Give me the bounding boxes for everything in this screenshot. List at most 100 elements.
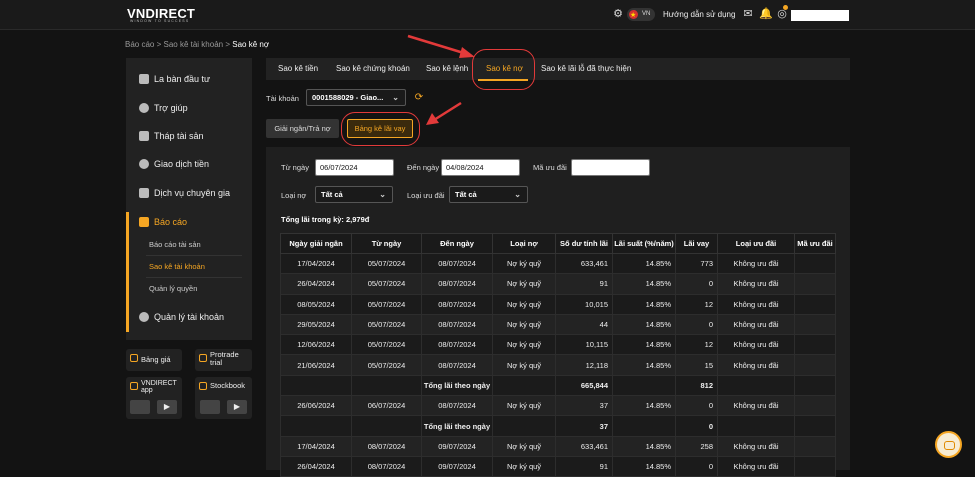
- table-cell: Không ưu đãi: [717, 334, 795, 356]
- table-cell: 665,844: [555, 374, 613, 397]
- table-cell: 26/04/2024: [280, 273, 352, 295]
- table-cell: 14.85%: [612, 313, 676, 336]
- table-cell: [351, 415, 422, 437]
- table-cell: Không ưu đãi: [717, 354, 795, 376]
- promo-type-select[interactable]: Tất cả ⌄: [449, 186, 528, 203]
- table-cell: 14.85%: [612, 455, 676, 477]
- tab-sao-ke-tien[interactable]: Sao kê tiền: [278, 58, 318, 80]
- table-row: 26/04/2024 08/07/2024 09/07/2024 Nợ ký quỹ 9…: [280, 455, 836, 477]
- annotation-circle: [472, 49, 535, 90]
- table-cell: [794, 415, 836, 437]
- table-cell: 12: [675, 334, 718, 356]
- table-cell: Không ưu đãi: [717, 252, 795, 275]
- chevron-down-icon: ⌄: [514, 190, 521, 199]
- breadcrumb: Báo cáo > Sao kê tài khoản > Sao kê nợ: [125, 40, 269, 49]
- table-cell: Không ưu đãi: [717, 395, 795, 417]
- user-name-box[interactable]: [791, 10, 849, 21]
- sidebar-item-thap-tai-san[interactable]: Tháp tài sản: [126, 126, 252, 146]
- breadcrumb-sao-ke-tai-khoan[interactable]: Sao kê tài khoản: [164, 40, 224, 49]
- table-cell: 0: [675, 313, 718, 336]
- table-cell: Nợ ký quỹ: [492, 435, 556, 457]
- table-cell: 0: [675, 395, 718, 417]
- table-cell: 258: [675, 435, 718, 457]
- table-cell: Tổng lãi theo ngày: [421, 374, 493, 397]
- sidebar-item-tro-giup[interactable]: Trợ giúp: [126, 98, 252, 118]
- table-cell: [717, 374, 795, 397]
- bell-icon[interactable]: 🔔: [759, 8, 773, 20]
- google-play-icon[interactable]: ▶: [227, 400, 247, 414]
- mail-icon[interactable]: ✉: [742, 8, 754, 20]
- protrade-icon: [199, 354, 207, 362]
- sidebar-sub-quan-ly-quyen[interactable]: Quản lý quyền: [149, 284, 197, 293]
- card-protrade[interactable]: Protrade trial: [195, 349, 252, 371]
- from-date-input[interactable]: 06/07/2024: [315, 159, 394, 176]
- table-cell: 08/07/2024: [421, 395, 493, 417]
- table-cell: Không ưu đãi: [717, 293, 795, 315]
- card-label: Stockbook: [210, 381, 246, 390]
- table-cell: 773: [675, 252, 718, 275]
- sidebar-item-la-ban-dau-tu[interactable]: La bàn đầu tư: [126, 69, 252, 89]
- promo-code-input[interactable]: [571, 159, 650, 176]
- apple-store-icon[interactable]: [200, 400, 220, 414]
- user-guide-link[interactable]: Hướng dẫn sử dụng: [663, 10, 735, 19]
- sidebar-item-bao-cao[interactable]: Báo cáo: [126, 212, 252, 232]
- table-cell: Không ưu đãi: [717, 273, 795, 295]
- sidebar-item-label: Trợ giúp: [154, 103, 188, 113]
- to-date-input[interactable]: 04/08/2024: [441, 159, 520, 176]
- column-header: Số dư tính lãi: [555, 233, 613, 254]
- google-play-icon[interactable]: ▶: [157, 400, 177, 414]
- table-cell: 0: [675, 415, 718, 437]
- breadcrumb-bao-cao[interactable]: Báo cáo: [125, 40, 154, 49]
- table-cell: 633,461: [555, 252, 613, 275]
- sidebar-sub-bao-cao-tai-san[interactable]: Báo cáo tài sản: [149, 240, 201, 249]
- table-cell: 14.85%: [612, 252, 676, 275]
- tab-sao-ke-chung-khoan[interactable]: Sao kê chứng khoán: [336, 58, 410, 80]
- apple-store-icon[interactable]: [130, 400, 150, 414]
- table-cell: 05/07/2024: [351, 252, 422, 275]
- table-cell: 0: [675, 455, 718, 477]
- table-cell: Nợ ký quỹ: [492, 395, 556, 417]
- subtab-giai-ngan-tra-no[interactable]: Giải ngân/Trả nợ: [266, 119, 339, 138]
- table-cell: 09/07/2024: [421, 435, 493, 457]
- chat-support-button[interactable]: [935, 431, 962, 458]
- debt-type-select[interactable]: Tất cả ⌄: [315, 186, 393, 203]
- table-cell: [612, 374, 676, 397]
- table-cell: 633,461: [555, 435, 613, 457]
- table-cell: 14.85%: [612, 395, 676, 417]
- sidebar-item-label: Báo cáo: [154, 217, 188, 227]
- breadcrumb-current: Sao kê nợ: [232, 40, 270, 49]
- card-bang-gia[interactable]: Bảng giá: [126, 349, 182, 371]
- language-toggle[interactable]: VN: [627, 8, 655, 22]
- settings-gear-icon[interactable]: ⚙: [612, 8, 624, 20]
- column-header: Từ ngày: [351, 233, 422, 254]
- table-cell: [794, 354, 836, 376]
- user-icon: [139, 312, 149, 322]
- table-cell: 26/04/2024: [280, 455, 352, 477]
- column-header: Ngày giải ngân: [280, 233, 352, 254]
- table-cell: 05/07/2024: [351, 354, 422, 376]
- sidebar-item-label: Dịch vụ chuyên gia: [154, 188, 231, 198]
- card-stockbook[interactable]: Stockbook ▶: [195, 377, 252, 419]
- table-cell: 05/07/2024: [351, 313, 422, 336]
- table-row: 12/06/2024 05/07/2024 08/07/2024 Nợ ký quỹ 1…: [280, 334, 836, 356]
- subtab-bang-ke-lai-vay[interactable]: Bảng kê lãi vay: [347, 119, 413, 138]
- table-cell: 14.85%: [612, 293, 676, 315]
- table-cell: 05/07/2024: [351, 273, 422, 295]
- account-select[interactable]: 0001588029 - Giao... ⌄: [306, 89, 406, 106]
- table-cell: [794, 293, 836, 315]
- card-vndirect-app[interactable]: VNDIRECT app ▶: [126, 377, 182, 419]
- refresh-icon[interactable]: ⟳: [413, 92, 425, 104]
- sidebar-item-label: Giao dịch tiền: [154, 159, 210, 169]
- account-value: 0001588029 - Giao...: [312, 93, 384, 102]
- interest-table: Ngày giải ngân Từ ngày Đến ngày Loại nợ Số d…: [280, 233, 836, 477]
- table-cell: Tổng lãi theo ngày: [421, 415, 493, 437]
- table-row: 26/04/2024 05/07/2024 08/07/2024 Nợ ký quỹ 9…: [280, 273, 836, 295]
- table-cell: 0: [675, 273, 718, 295]
- table-cell: 05/07/2024: [351, 293, 422, 315]
- sidebar-item-giao-dich-tien[interactable]: Giao dịch tiền: [126, 154, 252, 174]
- tab-sao-ke-lai-lo[interactable]: Sao kê lãi lỗ đã thực hiện: [541, 58, 631, 80]
- sidebar-item-quan-ly-tai-khoan[interactable]: Quản lý tài khoản: [126, 307, 252, 327]
- table-cell: 812: [675, 374, 718, 397]
- sidebar-sub-sao-ke-tai-khoan[interactable]: Sao kê tài khoản: [149, 262, 205, 271]
- sidebar-item-dich-vu-chuyen-gia[interactable]: Dịch vụ chuyên gia: [126, 183, 252, 203]
